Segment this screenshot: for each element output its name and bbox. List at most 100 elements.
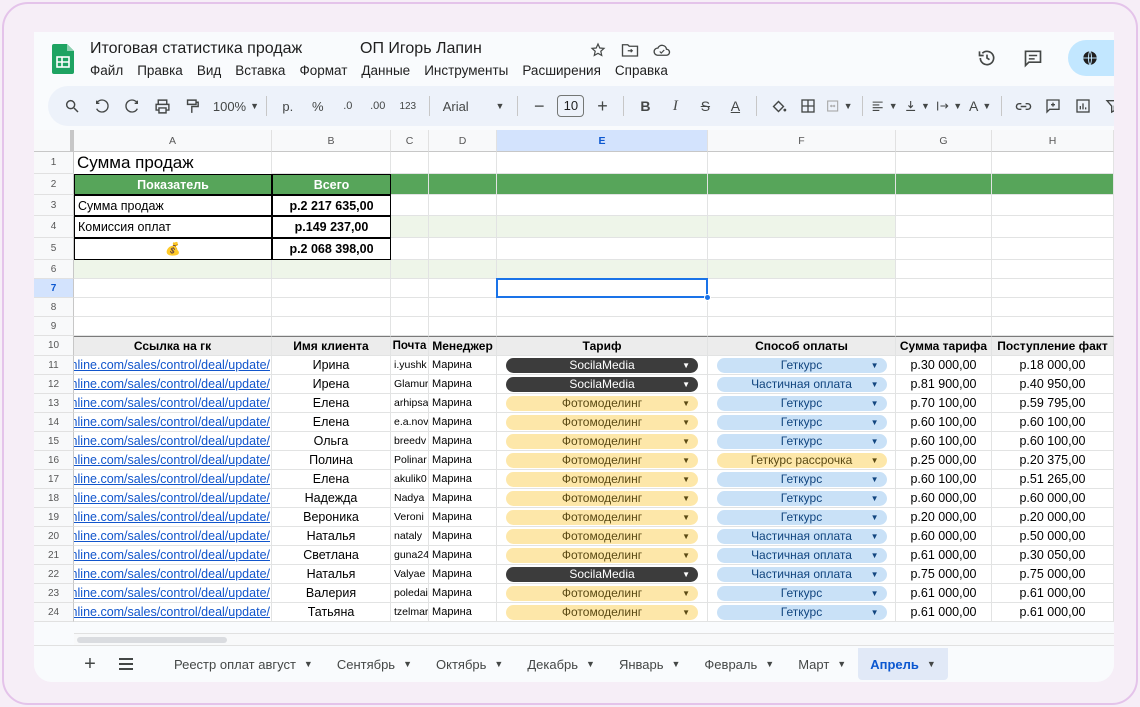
tariff-sum[interactable]: р.25 000,00 xyxy=(896,451,992,470)
payment-dropdown-chip[interactable]: Частичная оплата ▼ xyxy=(716,528,887,544)
tariff-cell[interactable]: SocilaMedia ▼ xyxy=(497,565,708,584)
client-email[interactable]: Polinar xyxy=(391,451,429,470)
cell[interactable] xyxy=(391,238,429,260)
client-name[interactable]: Вероника xyxy=(272,508,391,527)
tariff-dropdown-chip[interactable]: SocilaMedia ▼ xyxy=(506,357,698,373)
table-header[interactable]: Тариф xyxy=(497,336,708,356)
payment-dropdown-chip[interactable]: Геткурс ▼ xyxy=(716,509,887,525)
tariff-cell[interactable]: Фотомоделинг ▼ xyxy=(497,432,708,451)
zoom-select[interactable]: 100% ▼ xyxy=(213,92,259,120)
sheet-tab[interactable]: Февраль ▼ xyxy=(692,648,786,680)
payment-dropdown-chip[interactable]: Геткурс ▼ xyxy=(716,414,887,430)
client-email[interactable]: tzelmar xyxy=(391,603,429,622)
italic-icon[interactable]: I xyxy=(663,92,687,120)
cell[interactable] xyxy=(992,279,1114,298)
manager-name[interactable]: Марина xyxy=(429,356,497,375)
cell[interactable] xyxy=(896,174,992,195)
fact-amount[interactable]: р.51 265,00 xyxy=(992,470,1114,489)
cell[interactable] xyxy=(429,216,497,238)
payment-dropdown-chip[interactable]: Геткурс ▼ xyxy=(716,490,887,506)
increase-decimal-button[interactable]: .00 xyxy=(366,92,390,120)
column-header-F[interactable]: F xyxy=(708,130,896,152)
currency-format-button[interactable]: р. xyxy=(276,92,300,120)
cell[interactable] xyxy=(272,279,391,298)
tariff-dropdown-chip[interactable]: Фотомоделинг ▼ xyxy=(506,414,698,430)
manager-name[interactable]: Марина xyxy=(429,546,497,565)
menu-item[interactable]: Правка xyxy=(137,63,183,78)
fact-amount[interactable]: р.30 050,00 xyxy=(992,546,1114,565)
table-header[interactable]: Способ оплаты xyxy=(708,336,896,356)
cell[interactable] xyxy=(429,298,497,317)
tariff-cell[interactable]: SocilaMedia ▼ xyxy=(497,356,708,375)
payment-dropdown-chip[interactable]: Геткурс ▼ xyxy=(716,471,887,487)
table-header[interactable]: Ссылка на гк xyxy=(74,336,272,356)
tariff-cell[interactable]: Фотомоделинг ▼ xyxy=(497,470,708,489)
cell[interactable] xyxy=(708,238,896,260)
payment-cell[interactable]: Геткурс ▼ xyxy=(708,603,896,622)
cell[interactable] xyxy=(708,298,896,317)
cell[interactable] xyxy=(497,216,708,238)
cell[interactable] xyxy=(896,216,992,238)
column-header-H[interactable]: H xyxy=(992,130,1114,152)
cloud-status-icon[interactable] xyxy=(653,41,671,59)
row-header-17[interactable]: 17 xyxy=(34,470,74,489)
deal-link[interactable]: online.com/sales/control/deal/update/ xyxy=(74,527,272,546)
tariff-sum[interactable]: р.81 900,00 xyxy=(896,375,992,394)
cell[interactable] xyxy=(992,238,1114,260)
cell[interactable] xyxy=(429,174,497,195)
share-button[interactable] xyxy=(1068,40,1114,76)
menu-item[interactable]: Вставка xyxy=(235,63,285,78)
cell[interactable] xyxy=(74,260,272,279)
sheets-logo-icon[interactable] xyxy=(52,44,74,74)
cell[interactable] xyxy=(497,317,708,336)
menu-item[interactable]: Данные xyxy=(361,63,410,78)
fact-amount[interactable]: р.75 000,00 xyxy=(992,565,1114,584)
deal-link[interactable]: online.com/sales/control/deal/update/ xyxy=(74,584,272,603)
cell[interactable] xyxy=(708,279,896,298)
row-header-23[interactable]: 23 xyxy=(34,584,74,603)
tariff-dropdown-chip[interactable]: SocilaMedia ▼ xyxy=(506,566,698,582)
client-email[interactable]: akulik0 xyxy=(391,470,429,489)
payment-dropdown-chip[interactable]: Геткурс рассрочка ▼ xyxy=(716,452,887,468)
search-menus-icon[interactable] xyxy=(60,92,84,120)
client-email[interactable]: nataly xyxy=(391,527,429,546)
row-header-5[interactable]: 5 xyxy=(34,238,74,260)
fact-amount[interactable]: р.20 375,00 xyxy=(992,451,1114,470)
sheet-tab[interactable]: Апрель ▼ xyxy=(858,648,948,680)
row-header-21[interactable]: 21 xyxy=(34,546,74,565)
sheet-tab[interactable]: Январь ▼ xyxy=(607,648,692,680)
payment-cell[interactable]: Геткурс рассрочка ▼ xyxy=(708,451,896,470)
client-email[interactable]: arhipsa xyxy=(391,394,429,413)
deal-link[interactable]: online.com/sales/control/deal/update/ xyxy=(74,489,272,508)
client-name[interactable]: Татьяна xyxy=(272,603,391,622)
cell[interactable] xyxy=(708,260,896,279)
cell[interactable] xyxy=(896,238,992,260)
client-name[interactable]: Ольга xyxy=(272,432,391,451)
payment-dropdown-chip[interactable]: Частичная оплата ▼ xyxy=(716,376,887,392)
client-email[interactable]: Nadya xyxy=(391,489,429,508)
payment-dropdown-chip[interactable]: Частичная оплата ▼ xyxy=(716,547,887,563)
horizontal-scrollbar[interactable] xyxy=(74,633,1114,645)
manager-name[interactable]: Марина xyxy=(429,584,497,603)
history-icon[interactable] xyxy=(976,47,998,69)
cell[interactable] xyxy=(74,317,272,336)
row-header-13[interactable]: 13 xyxy=(34,394,74,413)
manager-name[interactable]: Марина xyxy=(429,413,497,432)
row-header-24[interactable]: 24 xyxy=(34,603,74,622)
cell[interactable] xyxy=(497,174,708,195)
column-header-A[interactable]: A xyxy=(74,130,272,152)
row-header-11[interactable]: 11 xyxy=(34,356,74,375)
row-header-4[interactable]: 4 xyxy=(34,216,74,238)
align-icon[interactable]: ▼ xyxy=(871,92,898,120)
client-name[interactable]: Светлана xyxy=(272,546,391,565)
row-header-20[interactable]: 20 xyxy=(34,527,74,546)
payment-dropdown-chip[interactable]: Геткурс ▼ xyxy=(716,585,887,601)
filter-icon[interactable] xyxy=(1101,92,1114,120)
deal-link[interactable]: online.com/sales/control/deal/update/ xyxy=(74,413,272,432)
deal-link[interactable]: online.com/sales/control/deal/update/ xyxy=(74,394,272,413)
tariff-dropdown-chip[interactable]: SocilaMedia ▼ xyxy=(506,376,698,392)
row-header-14[interactable]: 14 xyxy=(34,413,74,432)
cell[interactable] xyxy=(429,260,497,279)
deal-link[interactable]: online.com/sales/control/deal/update/ xyxy=(74,546,272,565)
client-name[interactable]: Елена xyxy=(272,394,391,413)
